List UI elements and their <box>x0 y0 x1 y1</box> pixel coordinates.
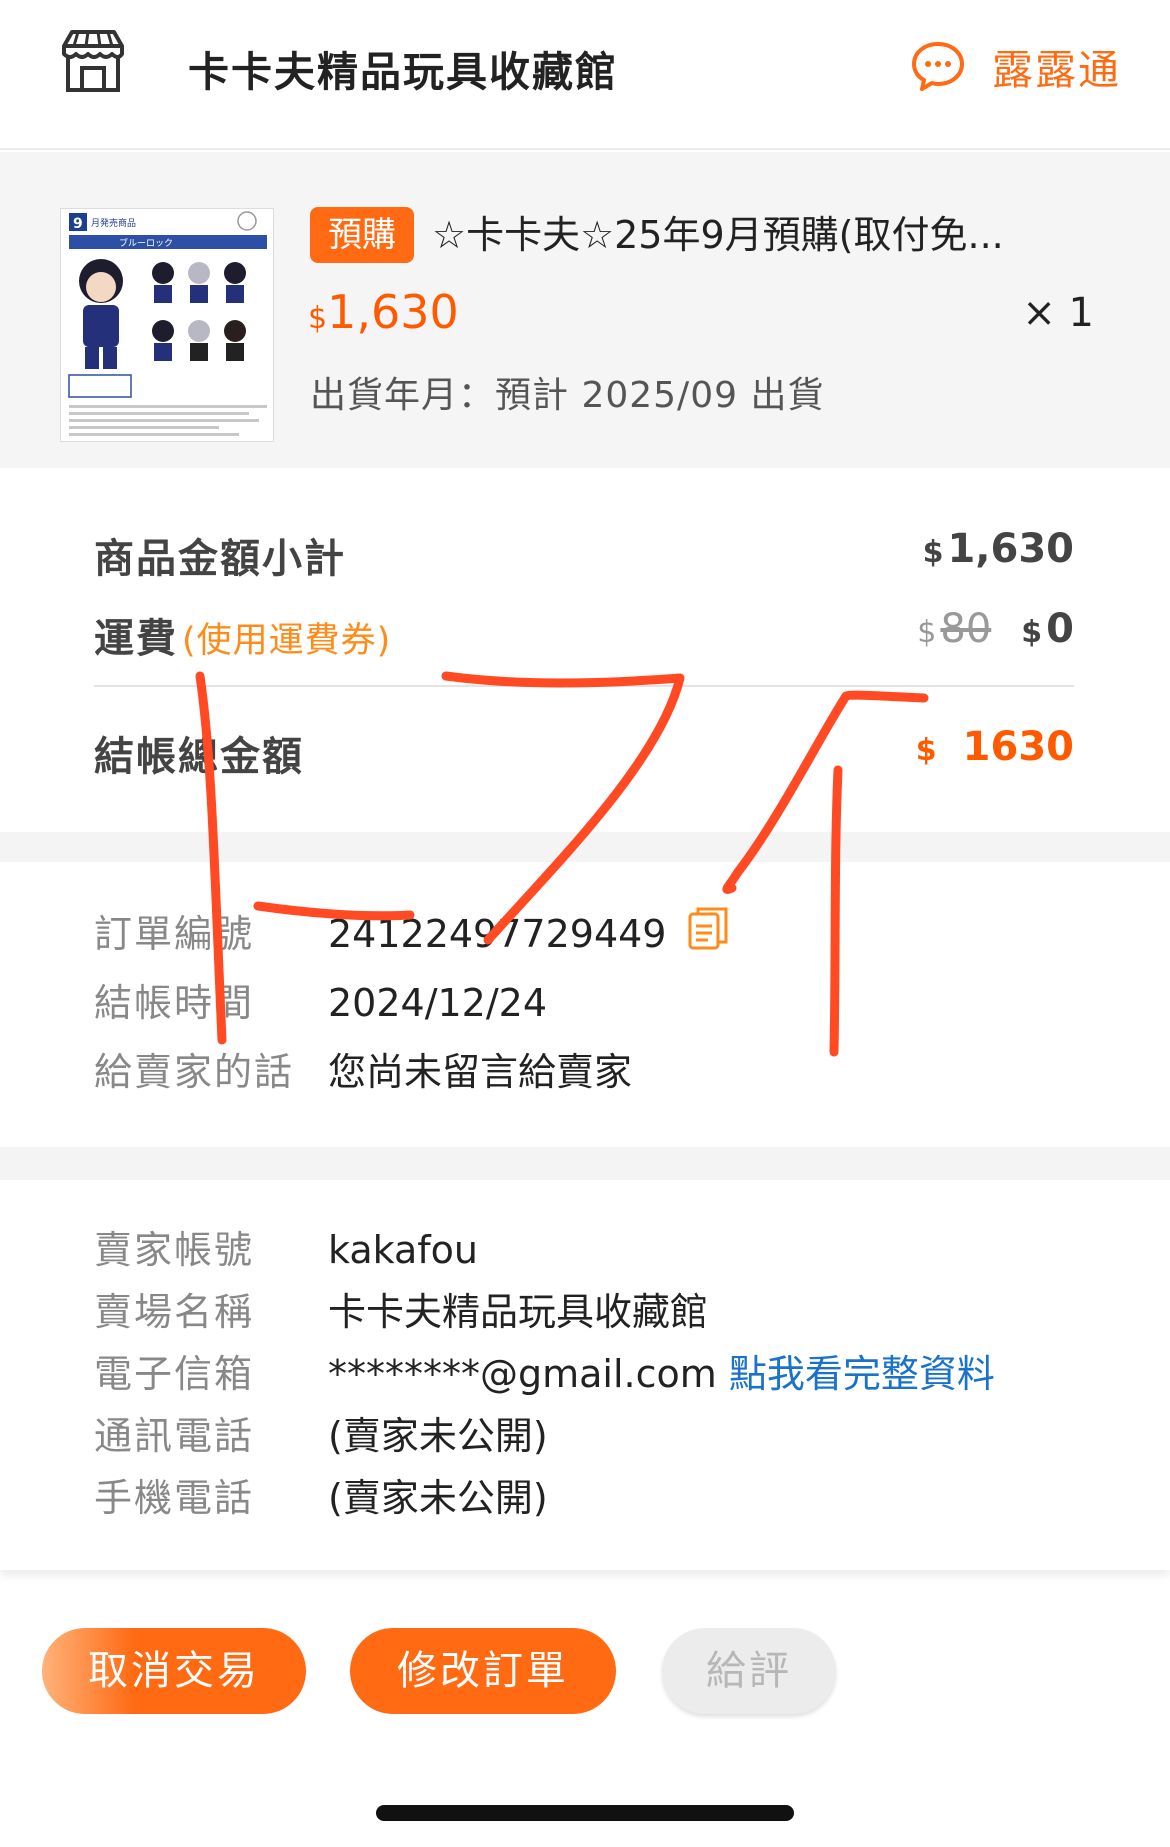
section-gap <box>0 832 1170 862</box>
mobile-label: 手機電話 <box>94 1476 255 1520</box>
email-label: 電子信箱 <box>94 1352 255 1396</box>
product-thumbnail[interactable]: 9 月発売商品 ブルーロック <box>60 208 274 442</box>
shipping-row: 運費 (使用運費券) $80 $0 <box>94 606 1074 666</box>
phone-label: 通訊電話 <box>94 1414 255 1458</box>
chat-button[interactable]: 露露通 <box>910 36 1121 96</box>
thumb-banner-text: ブルーロック <box>119 237 173 249</box>
full-profile-link[interactable]: 點我看完整資料 <box>729 1352 995 1396</box>
storefront-icon[interactable] <box>58 28 128 94</box>
seller-info: 賣家帳號 kakafou 賣場名稱 卡卡夫精品玩具收藏館 電子信箱 ******… <box>0 1180 1170 1570</box>
thumb-corner-text: 月発売商品 <box>91 217 136 229</box>
store-name-label: 賣場名稱 <box>94 1290 255 1334</box>
chat-bubble-icon <box>912 42 964 91</box>
subtotal-label: 商品金額小計 <box>94 536 346 582</box>
product-title[interactable]: ☆卡卡夫☆25年9月預購(取付免... <box>432 210 1072 260</box>
seller-account-label: 賣家帳號 <box>94 1228 255 1272</box>
price-currency: $ <box>308 301 328 336</box>
product-price: $1,630 <box>308 282 459 349</box>
price-summary: 商品金額小計 $1,630 運費 (使用運費券) $80 $0 結帳總金額 $163… <box>0 470 1170 832</box>
total-value: $1630 <box>915 724 1074 770</box>
seller-account-value: kakafou <box>328 1228 478 1272</box>
subtotal-value: $1,630 <box>922 526 1074 572</box>
shipping-value: $80 $0 <box>917 606 1074 652</box>
ship-date: 出貨年月：預計 2025/09 出貨 <box>310 375 825 416</box>
message-value: 您尚未留言給賣家 <box>328 1050 633 1094</box>
total-row: 結帳總金額 $1630 <box>94 724 1074 784</box>
shipping-label: 運費 (使用運費券) <box>94 616 392 662</box>
thumb-number: 9 <box>73 216 83 232</box>
product-item[interactable]: 9 月発売商品 ブルーロック 預購 ☆卡卡夫☆25年9月預購(取付免... $1… <box>0 152 1170 468</box>
order-number-label: 訂單編號 <box>94 912 255 956</box>
chat-label: 露露通 <box>992 46 1121 94</box>
action-bar: 取消交易 修改訂單 給評 <box>0 1620 1170 1730</box>
total-label: 結帳總金額 <box>94 734 304 780</box>
checkout-time-label: 結帳時間 <box>94 981 255 1025</box>
shipping-coupon-note: (使用運費券) <box>182 621 392 661</box>
shipping-original-price: $80 <box>917 606 992 652</box>
home-indicator[interactable] <box>376 1805 794 1821</box>
store-name-value: 卡卡夫精品玩具收藏館 <box>328 1290 709 1334</box>
subtotal-row: 商品金額小計 $1,630 <box>94 526 1074 586</box>
email-value: ********@gmail.com 點我看完整資料 <box>328 1352 995 1396</box>
copy-icon[interactable] <box>688 906 728 952</box>
section-gap <box>0 1147 1170 1180</box>
header-bar: 卡卡夫精品玩具收藏館 露露通 <box>0 0 1170 150</box>
rate-button[interactable]: 給評 <box>662 1628 836 1714</box>
product-image: 9 月発売商品 ブルーロック <box>61 209 273 441</box>
edit-order-button[interactable]: 修改訂單 <box>350 1628 616 1714</box>
checkout-time-value: 2024/12/24 <box>328 981 548 1025</box>
summary-divider <box>94 685 1074 687</box>
order-number-value[interactable]: 24122497729449 <box>328 906 666 962</box>
shop-name[interactable]: 卡卡夫精品玩具收藏館 <box>188 38 618 98</box>
product-quantity: × 1 <box>1022 290 1094 336</box>
price-value: 1,630 <box>327 285 459 339</box>
cancel-transaction-button[interactable]: 取消交易 <box>42 1628 306 1714</box>
order-info: 訂單編號 24122497729449 結帳時間 2024/12/24 給賣家的… <box>0 862 1170 1147</box>
message-label: 給賣家的話 <box>94 1050 295 1094</box>
preorder-badge: 預購 <box>310 207 414 263</box>
phone-value: (賣家未公開) <box>328 1414 548 1458</box>
mobile-value: (賣家未公開) <box>328 1476 548 1520</box>
